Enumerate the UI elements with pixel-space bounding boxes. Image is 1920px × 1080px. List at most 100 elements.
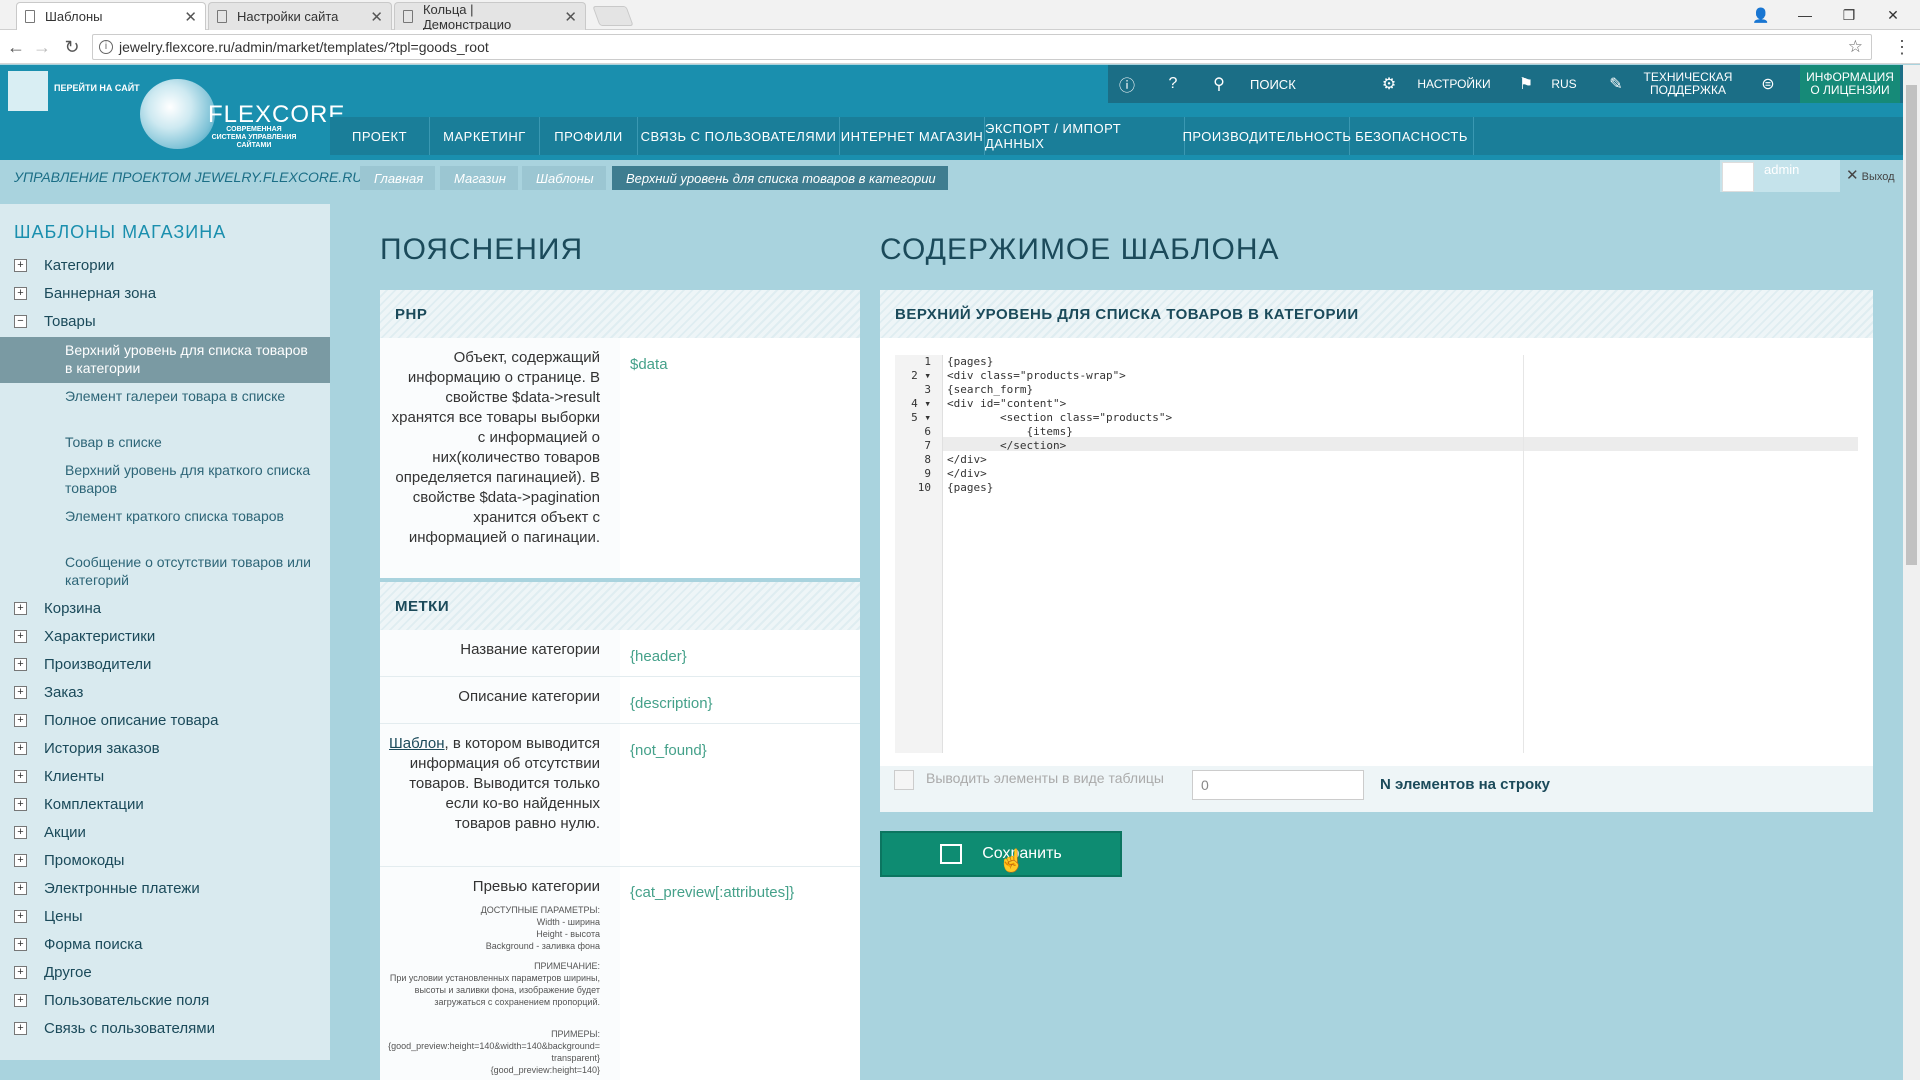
sidebar-subitem-gallery[interactable]: Элемент галереи товара в списке [65, 387, 315, 405]
menu-project[interactable]: ПРОЕКТ [330, 117, 430, 155]
back-icon[interactable]: ← [4, 35, 28, 59]
close-icon[interactable]: ✕ [564, 8, 577, 26]
sidebar-subitem-not-found[interactable]: Сообщение о отсутствии товаров или катег… [65, 553, 315, 589]
sidebar-subitem-short-root[interactable]: Верхний уровень для краткого списка това… [65, 461, 315, 497]
sidebar-item-bundles[interactable]: + Комплектации [14, 796, 144, 813]
forward-icon[interactable]: → [30, 35, 54, 59]
search-input[interactable]: ПОИСК [1240, 65, 1358, 103]
license-button[interactable]: ИНФОРМАЦИЯ О ЛИЦЕНЗИИ [1800, 65, 1900, 103]
expand-icon[interactable]: + [14, 742, 27, 755]
sidebar-item-manufacturers[interactable]: + Производители [14, 656, 151, 673]
expand-icon[interactable]: + [14, 686, 27, 699]
expand-icon[interactable]: + [14, 1022, 27, 1035]
line-number: 5 ▾ [911, 411, 931, 424]
sidebar-item-cart[interactable]: + Корзина [14, 600, 101, 617]
close-icon[interactable]: ✕ [184, 8, 197, 26]
sidebar-item-other[interactable]: + Другое [14, 964, 92, 981]
sidebar-item-characteristics[interactable]: + Характеристики [14, 628, 155, 645]
sidebar-item-banners[interactable]: + Баннерная зона [14, 285, 156, 302]
help-icon[interactable]: ? [1154, 65, 1192, 103]
project-title[interactable]: УПРАВЛЕНИЕ ПРОЕКТОМ JEWELRY.FLEXCORE.RU [14, 169, 362, 185]
url-field[interactable]: i jewelry.flexcore.ru/admin/market/templ… [92, 34, 1872, 60]
info-circle-icon[interactable]: ⓘ [1108, 65, 1146, 103]
go-to-site-label[interactable]: ПЕРЕЙТИ НА САЙТ [54, 83, 140, 93]
gear-icon[interactable]: ⚙ [1370, 65, 1408, 103]
sidebar-subitem-good-in-list[interactable]: Товар в списке [65, 433, 315, 451]
menu-marketing[interactable]: МАРКЕТИНГ [430, 117, 540, 155]
sidebar-item-full-description[interactable]: + Полное описание товара [14, 712, 218, 729]
expand-icon[interactable]: + [14, 994, 27, 1007]
language-button[interactable]: RUS [1544, 65, 1584, 103]
code-editor[interactable]: 1 2 ▾ 3 4 ▾ 5 ▾ 6 7 8 9 10 {pages} <div … [895, 355, 1858, 753]
menu-shop[interactable]: ИНТЕРНЕТ МАГАЗИН [840, 117, 985, 155]
breadcrumb-shop[interactable]: Магазин [440, 166, 518, 190]
browser-tab-templates[interactable]: Шаблоны ✕ [16, 2, 206, 30]
menu-profiles[interactable]: ПРОФИЛИ [540, 117, 638, 155]
reload-icon[interactable]: ↻ [60, 35, 84, 59]
sidebar: ШАБЛОНЫ МАГАЗИНА + Категории + Баннерная з… [0, 204, 330, 1060]
page-scrollbar[interactable] [1903, 65, 1920, 1080]
expand-icon[interactable]: + [14, 854, 27, 867]
menu-security[interactable]: БЕЗОПАСНОСТЬ [1350, 117, 1474, 155]
bookmark-star-icon[interactable]: ☆ [1848, 37, 1863, 57]
items-per-row-input[interactable]: 0 [1192, 770, 1364, 800]
new-tab-button[interactable] [592, 6, 634, 26]
sidebar-item-categories[interactable]: + Категории [14, 257, 114, 274]
scrollbar-thumb[interactable] [1906, 85, 1917, 565]
profile-icon[interactable]: 👤 [1738, 0, 1784, 30]
browser-tab-settings[interactable]: Настройки сайта ✕ [208, 2, 392, 30]
expand-icon[interactable]: + [14, 938, 27, 951]
sidebar-item-goods[interactable]: − Товары [14, 313, 96, 330]
go-to-site-button[interactable] [8, 71, 48, 111]
sidebar-item-prices[interactable]: + Цены [14, 908, 83, 925]
sidebar-item-feedback[interactable]: + Связь с пользователями [14, 1020, 215, 1037]
sidebar-item-promotions[interactable]: + Акции [14, 824, 86, 841]
sidebar-item-search-form[interactable]: + Форма поиска [14, 936, 143, 953]
breadcrumb-home[interactable]: Главная [360, 166, 436, 190]
expand-icon[interactable]: + [14, 770, 27, 783]
breadcrumb-templates[interactable]: Шаблоны [522, 166, 606, 190]
expand-icon[interactable]: + [14, 798, 27, 811]
minimize-button[interactable]: — [1782, 0, 1828, 30]
support-button[interactable]: ТЕХНИЧЕСКАЯ ПОДДЕРЖКА [1638, 65, 1738, 103]
restore-button[interactable]: ❐ [1826, 0, 1872, 30]
sidebar-item-promocodes[interactable]: + Промокоды [14, 852, 124, 869]
menu-users-communication[interactable]: СВЯЗЬ С ПОЛЬЗОВАТЕЛЯМИ [638, 117, 840, 155]
menu-export-import[interactable]: ЭКСПОРТ / ИМПОРТ ДАННЫХ [985, 117, 1185, 155]
close-icon[interactable]: ✕ [370, 8, 383, 26]
table-view-checkbox[interactable] [894, 770, 914, 790]
expand-icon[interactable]: + [14, 658, 27, 671]
settings-button[interactable]: НАСТРОЙКИ [1410, 65, 1498, 103]
expand-icon[interactable]: + [14, 966, 27, 979]
sidebar-item-payments[interactable]: + Электронные платежи [14, 880, 200, 897]
save-icon [940, 844, 963, 864]
expand-icon[interactable]: + [14, 287, 27, 300]
menu-performance[interactable]: ПРОИЗВОДИТЕЛЬНОСТЬ [1183, 117, 1351, 155]
search-icon[interactable]: ⚲ [1200, 65, 1238, 103]
lightbulb-icon[interactable]: ✎ [1598, 65, 1634, 103]
browser-tab-rings[interactable]: Кольца | Демонстрацио ✕ [394, 2, 586, 32]
expand-icon[interactable]: + [14, 714, 27, 727]
sidebar-item-order[interactable]: + Заказ [14, 684, 83, 701]
user-box[interactable]: admin [1720, 160, 1840, 192]
license-icon[interactable]: ⊜ [1750, 65, 1786, 103]
sidebar-subitem-goods-root[interactable]: Верхний уровень для списка товаров в кат… [65, 341, 315, 377]
close-window-button[interactable]: ✕ [1870, 0, 1916, 30]
sidebar-item-custom-fields[interactable]: + Пользовательские поля [14, 992, 209, 1009]
expand-icon[interactable]: + [14, 259, 27, 272]
expand-icon[interactable]: + [14, 826, 27, 839]
tag-desc-cat-preview: Превью категории [472, 878, 600, 895]
expand-icon[interactable]: + [14, 602, 27, 615]
collapse-icon[interactable]: − [14, 315, 27, 328]
sidebar-subitem-short-item[interactable]: Элемент краткого списка товаров [65, 507, 315, 525]
expand-icon[interactable]: + [14, 630, 27, 643]
flag-icon[interactable]: ⚑ [1508, 65, 1544, 103]
template-link[interactable]: Шаблон [389, 735, 445, 752]
sidebar-item-clients[interactable]: + Клиенты [14, 768, 104, 785]
logout-button[interactable]: ✕ Выход [1846, 166, 1895, 184]
sidebar-item-order-history[interactable]: + История заказов [14, 740, 160, 757]
expand-icon[interactable]: + [14, 882, 27, 895]
menu-dots-icon[interactable]: ⋮ [1890, 35, 1914, 59]
info-icon[interactable]: i [99, 40, 113, 54]
expand-icon[interactable]: + [14, 910, 27, 923]
